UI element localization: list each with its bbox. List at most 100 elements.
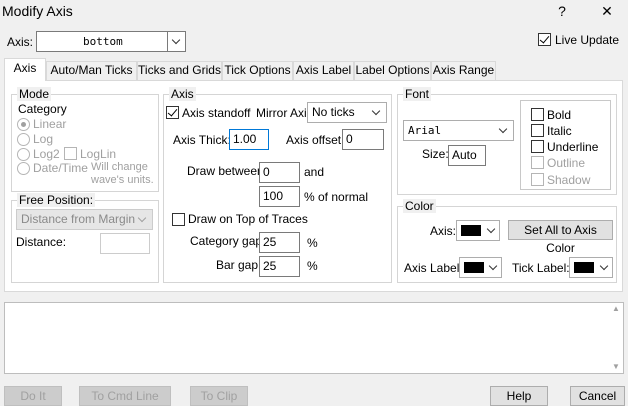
mode-group-title: Mode [17,87,52,101]
italic-label: Italic [547,124,572,138]
font-size-field[interactable]: Auto [448,145,486,166]
axis-color-label: Axis: [430,224,457,238]
underline-label: Underline [547,140,599,154]
tab-axis-range[interactable]: Axis Range [431,61,496,80]
draw-between-from-field[interactable]: 0 [259,162,300,183]
underline-checkbox[interactable] [531,140,544,153]
category-gap-field[interactable]: 25 [259,232,300,253]
tab-axis-range-label: Axis Range [432,63,495,77]
close-icon[interactable]: ✕ [592,1,622,21]
set-all-to-axis-color-button[interactable]: Set All to Axis Color [508,220,613,255]
draw-on-top-checkbox[interactable] [172,213,185,226]
live-update-label: Live Update [555,33,620,47]
help-icon[interactable]: ? [547,1,577,21]
axis-selector-combo[interactable]: bottom [36,31,186,52]
italic-checkbox[interactable] [531,124,544,137]
axis-selector-label: Axis: [7,35,34,49]
to-cmd-line-button[interactable]: To Cmd Line [79,386,171,406]
tab-auto-man-ticks-label: Auto/Man Ticks [50,63,133,77]
font-group-title: Font [403,87,432,101]
font-combo[interactable]: Arial [403,120,514,141]
axis-offset-field[interactable]: 0 [342,129,384,150]
mode-linear-radio[interactable] [17,118,30,131]
font-size-label: Size: [422,147,449,161]
to-clip-button[interactable]: To Clip [190,386,248,406]
mode-datetime-radio[interactable] [17,162,30,175]
tab-axis[interactable]: Axis [4,58,46,81]
bold-label: Bold [547,108,572,122]
axis-group-title: Axis [169,87,196,101]
tab-tick-options[interactable]: Tick Options [222,61,293,80]
free-position-combo[interactable]: Distance from Margin [16,209,153,230]
bold-checkbox[interactable] [531,108,544,121]
chevron-down-icon [495,121,513,140]
outline-label: Outline [547,156,586,170]
mode-category-label: Category [18,102,67,116]
axis-selector-value: bottom [83,35,123,48]
tab-ticks-and-grids-label: Ticks and Grids [138,63,221,77]
percent-of-normal-label: % of normal [304,190,369,204]
tab-axis-label[interactable]: Axis Label [293,61,354,80]
shadow-checkbox[interactable] [531,173,544,186]
outline-checkbox[interactable] [531,156,544,169]
tab-tick-options-label: Tick Options [224,63,291,77]
axis-thick-field[interactable]: 1.00 [229,129,269,150]
chevron-down-icon [485,221,499,240]
chevron-down-icon [167,32,185,51]
chevron-down-icon [487,258,501,277]
mirror-axis-combo[interactable]: No ticks [307,102,387,123]
tab-label-options[interactable]: Label Options [354,61,431,80]
category-gap-percent: % [307,236,318,250]
draw-between-to-field[interactable]: 100 [259,186,300,207]
tick-label-color-picker[interactable] [569,257,613,278]
mode-log-label: Log [33,132,54,146]
scroll-up-icon[interactable]: ▲ [610,304,622,313]
axis-standoff-label: Axis standoff [182,106,251,120]
axis-offset-label: Axis offset: [286,133,345,147]
mode-log2-label: Log2 [33,147,60,161]
mode-linear-label: Linear [33,117,67,131]
axis-color-picker[interactable] [456,220,500,241]
bar-gap-percent: % [307,259,318,273]
axis-label-color-swatch [464,262,484,273]
draw-between-label: Draw between [187,164,264,178]
mode-note-line2: wave's units. [91,174,154,186]
color-group-title: Color [403,199,436,213]
tab-label-options-label: Label Options [355,63,430,77]
mirror-axis-value: No ticks [312,105,355,119]
tab-auto-man-ticks[interactable]: Auto/Man Ticks [46,61,137,80]
mode-log-radio[interactable] [17,133,30,146]
axis-label-color-label: Axis Label: [404,261,463,275]
axis-color-swatch [461,225,481,236]
axis-standoff-checkbox[interactable] [166,106,179,119]
mode-loglin-checkbox[interactable] [64,147,77,160]
tick-label-color-swatch [574,262,594,273]
command-text-area[interactable] [4,302,624,374]
free-position-value: Distance from Margin [21,212,136,226]
window-title: Modify Axis [2,3,73,19]
mode-log2-radio[interactable] [17,148,30,161]
cancel-button[interactable]: Cancel [570,386,625,406]
do-it-button[interactable]: Do It [4,386,62,406]
bar-gap-label: Bar gap: [216,258,262,272]
axis-thick-label: Axis Thick: [173,133,231,147]
scroll-down-icon[interactable]: ▼ [610,362,622,371]
font-value: Arial [408,124,442,137]
tab-axis-label-label: Axis Label [295,63,352,77]
live-update-checkbox[interactable] [538,33,551,46]
distance-field[interactable] [100,233,150,254]
tab-axis-label: Axis [13,61,37,75]
chevron-down-icon [598,258,612,277]
category-gap-label: Category gap: [190,234,266,248]
tick-label-color-label: Tick Label: [512,261,570,275]
and-label: and [304,165,325,179]
distance-label: Distance: [16,235,67,249]
tab-ticks-and-grids[interactable]: Ticks and Grids [137,61,222,80]
axis-label-color-picker[interactable] [459,257,502,278]
mode-datetime-label: Date/Time [33,161,88,175]
chevron-down-icon [368,103,386,122]
help-button[interactable]: Help [490,386,548,406]
draw-on-top-label: Draw on Top of Traces [188,212,308,226]
bar-gap-field[interactable]: 25 [259,256,300,277]
free-position-title: Free Position: [17,193,96,207]
